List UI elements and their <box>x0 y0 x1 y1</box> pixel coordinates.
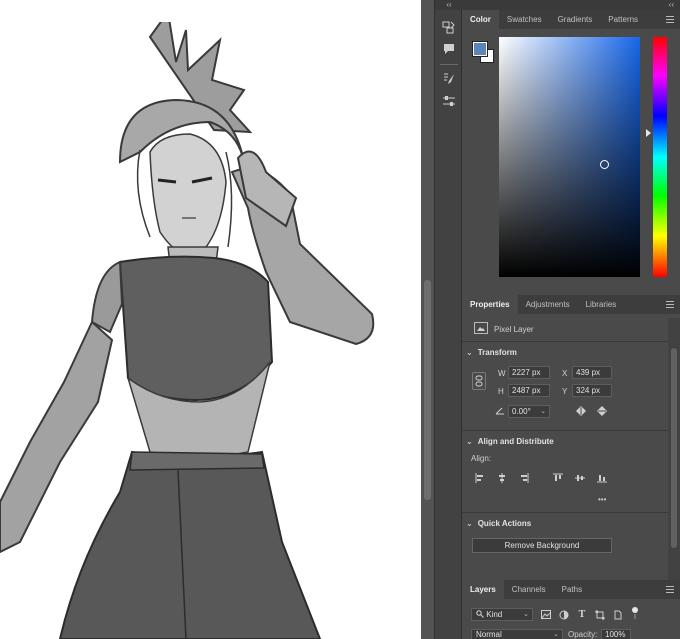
blend-mode-select[interactable]: Normal ⌄ <box>471 629 563 639</box>
collapse-panels-button[interactable]: ‹‹ <box>669 0 674 9</box>
opacity-field[interactable]: 100% <box>601 629 631 639</box>
align-heading: Align and Distribute <box>477 437 554 446</box>
opacity-label: Opacity: <box>568 630 598 639</box>
brush-settings-icon[interactable] <box>439 70 459 88</box>
align-right-edges-icon[interactable] <box>518 472 530 484</box>
section-divider <box>462 341 668 342</box>
adjustment-sliders-icon[interactable] <box>439 92 459 110</box>
document-canvas[interactable] <box>0 0 421 639</box>
chevron-down-icon: ⌄ <box>523 611 529 618</box>
hue-slider-marker[interactable] <box>646 129 651 137</box>
x-position-field[interactable]: 439 px <box>572 366 612 379</box>
color-panel-menu-icon[interactable] <box>666 16 674 23</box>
chevron-down-icon: ⌄ <box>553 631 559 638</box>
transform-heading: Transform <box>477 348 517 357</box>
canvas-vertical-scrollbar[interactable] <box>421 0 434 639</box>
history-icon[interactable] <box>439 18 459 36</box>
color-picker-circle[interactable] <box>600 160 609 169</box>
chevron-down-icon: ⌄ <box>540 408 546 415</box>
tab-patterns[interactable]: Patterns <box>600 10 646 29</box>
more-align-options-button[interactable]: ••• <box>598 495 606 504</box>
height-field[interactable]: 2487 px <box>508 384 550 397</box>
tab-paths[interactable]: Paths <box>554 580 590 599</box>
y-label: Y <box>562 387 568 396</box>
width-field[interactable]: 2227 px <box>508 366 550 379</box>
align-horizontal-centers-icon[interactable] <box>496 472 508 484</box>
filter-toggle-icon[interactable] <box>630 606 640 620</box>
search-icon <box>476 610 484 618</box>
align-bottom-edges-icon[interactable] <box>596 472 608 484</box>
align-section-header[interactable]: ⌄ Align and Distribute <box>466 437 554 446</box>
tab-libraries[interactable]: Libraries <box>578 295 625 314</box>
comments-icon[interactable] <box>439 40 459 58</box>
tab-channels[interactable]: Channels <box>504 580 554 599</box>
filter-pixel-layers-icon[interactable] <box>540 609 552 620</box>
flip-horizontal-icon[interactable] <box>574 406 588 416</box>
properties-scrollbar[interactable] <box>668 318 680 580</box>
sketch-artwork <box>0 22 375 639</box>
properties-panel-tabs: Properties Adjustments Libraries <box>462 295 680 314</box>
blend-mode-value: Normal <box>476 630 502 639</box>
tab-gradients[interactable]: Gradients <box>550 10 601 29</box>
width-label: W <box>498 369 506 378</box>
chevron-down-icon: ⌄ <box>466 519 473 528</box>
height-label: H <box>498 387 504 396</box>
link-dimensions-icon[interactable] <box>472 372 486 390</box>
layers-panel-menu-icon[interactable] <box>666 586 674 593</box>
layers-panel-tabs: Layers Channels Paths <box>462 580 680 599</box>
y-position-field[interactable]: 324 px <box>572 384 612 397</box>
align-top-edges-icon[interactable] <box>552 472 564 484</box>
properties-scroll-thumb[interactable] <box>671 348 677 548</box>
angle-value: 0.00° <box>512 407 531 416</box>
filter-adjustment-layers-icon[interactable] <box>558 609 570 620</box>
tab-properties[interactable]: Properties <box>462 295 518 314</box>
filter-smart-objects-icon[interactable] <box>612 609 624 620</box>
tab-swatches[interactable]: Swatches <box>499 10 550 29</box>
section-divider <box>462 512 668 513</box>
quick-actions-heading: Quick Actions <box>477 519 532 528</box>
strip-divider <box>440 64 458 65</box>
angle-field[interactable]: 0.00° ⌄ <box>508 405 550 418</box>
right-panel-dock: ‹‹ Color Swatches Gradients Patterns Pro… <box>462 0 680 639</box>
color-panel-tabs: Color Swatches Gradients Patterns <box>462 10 680 29</box>
section-divider <box>462 430 668 431</box>
align-vertical-centers-icon[interactable] <box>574 472 586 484</box>
align-left-edges-icon[interactable] <box>474 472 486 484</box>
remove-background-button[interactable]: Remove Background <box>472 538 612 553</box>
hue-slider[interactable] <box>653 37 667 277</box>
expand-panels-button[interactable]: ‹‹ <box>435 0 463 10</box>
angle-icon <box>494 406 506 416</box>
tab-adjustments[interactable]: Adjustments <box>518 295 578 314</box>
filter-type-layers-icon[interactable]: T <box>576 608 588 620</box>
color-saturation-field[interactable] <box>499 37 640 277</box>
chevron-down-icon: ⌄ <box>466 348 473 357</box>
layer-filter-select[interactable]: Kind ⌄ <box>471 608 533 621</box>
canvas-scroll-thumb[interactable] <box>424 280 431 500</box>
tab-color[interactable]: Color <box>462 10 499 29</box>
filter-shape-layers-icon[interactable] <box>594 609 606 620</box>
tab-layers[interactable]: Layers <box>462 580 504 599</box>
transform-section-header[interactable]: ⌄ Transform <box>466 348 517 357</box>
layer-filter-value: Kind <box>486 610 503 619</box>
quick-actions-section-header[interactable]: ⌄ Quick Actions <box>466 519 531 528</box>
x-label: X <box>562 369 568 378</box>
chevron-down-icon: ⌄ <box>466 437 473 446</box>
properties-panel-menu-icon[interactable] <box>666 301 674 308</box>
align-label: Align: <box>471 454 492 463</box>
panel-dock-topbar: ‹‹ <box>462 0 680 10</box>
foreground-color-swatch[interactable] <box>472 41 488 57</box>
panel-icon-strip: ‹‹ <box>434 0 463 639</box>
flip-vertical-icon[interactable] <box>596 405 608 417</box>
pixel-layer-icon <box>474 322 488 334</box>
layer-type-label: Pixel Layer <box>494 325 534 334</box>
